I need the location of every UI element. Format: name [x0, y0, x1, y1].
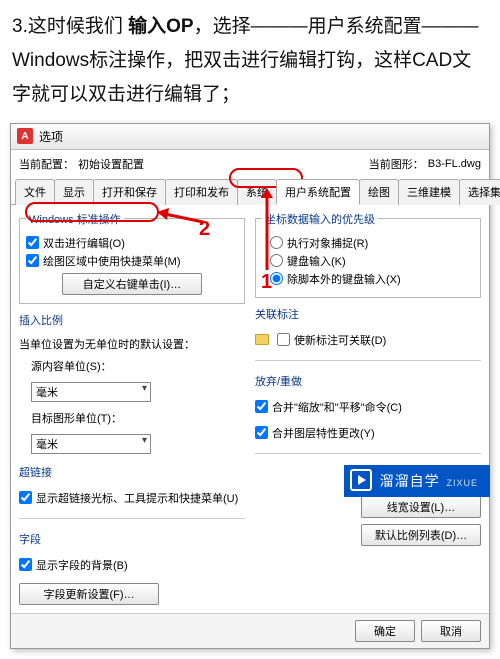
source-unit-select[interactable]: 毫米 — [31, 382, 151, 402]
chk-field-bg-box[interactable] — [19, 558, 32, 571]
annotation-2: 2 — [199, 218, 210, 241]
chk-hyperlink-label: 显示超链接光标、工具提示和快捷菜单(U) — [36, 490, 238, 506]
tab-draw[interactable]: 绘图 — [359, 179, 399, 205]
tab-display[interactable]: 显示 — [54, 179, 94, 205]
chk-layer-box[interactable] — [255, 426, 268, 439]
cancel-button[interactable]: 取消 — [421, 620, 481, 642]
chk-context-menu-label: 绘图区域中使用快捷菜单(M) — [43, 253, 181, 269]
chk-layer[interactable]: 合并图层特性更改(Y) — [255, 425, 481, 441]
tab-open-save[interactable]: 打开和保存 — [93, 179, 166, 205]
chk-zoom-pan[interactable]: 合并"缩放"和"平移"命令(C) — [255, 399, 481, 415]
tab-files[interactable]: 文件 — [15, 179, 55, 205]
tab-system[interactable]: 系统 — [237, 179, 277, 205]
chk-zoom-pan-box[interactable] — [255, 400, 268, 413]
priority-title: 坐标数据输入的优先级 — [262, 211, 378, 227]
watermark-domain: ZIXUE — [446, 478, 478, 488]
chk-dblclick-edit-box[interactable] — [26, 236, 39, 249]
current-config-value: 初始设置配置 — [78, 156, 198, 172]
radio-keyboard[interactable]: 键盘输入(K) — [270, 253, 474, 269]
chk-hyperlink[interactable]: 显示超链接光标、工具提示和快捷菜单(U) — [19, 490, 245, 506]
hyperlink-title: 超链接 — [19, 464, 245, 480]
chk-assoc-box[interactable] — [277, 333, 290, 346]
field-title: 字段 — [19, 531, 245, 547]
current-drawing-label: 当前图形： — [369, 156, 424, 172]
annotation-1: 1 — [261, 271, 272, 294]
tab-3d[interactable]: 三维建模 — [398, 179, 460, 205]
btn-lineweight[interactable]: 线宽设置(L)… — [361, 496, 481, 518]
current-drawing-value: B3-FL.dwg — [428, 158, 481, 170]
radio-snap[interactable]: 执行对象捕捉(R) — [270, 235, 474, 251]
windows-ops-group: Windows 标准操作 双击进行编辑(O) 绘图区域中使用快捷菜单(M) 自定… — [19, 211, 245, 304]
priority-group: 坐标数据输入的优先级 执行对象捕捉(R) 键盘输入(K) 除脚本外的键盘输入(X… — [255, 211, 481, 298]
target-unit-select[interactable]: 毫米 — [31, 434, 151, 454]
chk-hyperlink-box[interactable] — [19, 491, 32, 504]
window-title: 选项 — [39, 128, 63, 145]
windows-ops-title: Windows 标准操作 — [26, 211, 124, 227]
assoc-title: 关联标注 — [255, 306, 481, 322]
play-icon — [350, 469, 372, 491]
titlebar: A 选项 — [11, 124, 489, 150]
insert-scale-desc: 当单位设置为无单位时的默认设置： — [19, 336, 245, 352]
chk-zoom-pan-label: 合并"缩放"和"平移"命令(C) — [272, 399, 402, 415]
chk-assoc[interactable]: 使新标注可关联(D) — [255, 332, 481, 348]
chk-field-bg[interactable]: 显示字段的背景(B) — [19, 557, 245, 573]
chk-layer-label: 合并图层特性更改(Y) — [272, 425, 375, 441]
tab-user-config[interactable]: 用户系统配置 — [276, 179, 360, 205]
btn-field-update[interactable]: 字段更新设置(F)… — [19, 583, 159, 605]
tabs: 文件 显示 打开和保存 打印和发布 系统 用户系统配置 绘图 三维建模 选择集 … — [11, 178, 489, 205]
dialog-footer: 确定 取消 — [11, 613, 489, 648]
options-dialog: A 选项 当前配置： 初始设置配置 当前图形： B3-FL.dwg 文件 显示 … — [10, 123, 490, 649]
btn-custom-right-click[interactable]: 自定义右键单击(I)… — [62, 273, 202, 295]
tab-print[interactable]: 打印和发布 — [165, 179, 238, 205]
app-icon: A — [17, 128, 33, 144]
chk-context-menu-box[interactable] — [26, 254, 39, 267]
source-unit-label: 源内容单位(S)： — [31, 358, 245, 374]
tab-select[interactable]: 选择集 — [459, 179, 500, 205]
ok-button[interactable]: 确定 — [355, 620, 415, 642]
chk-assoc-label: 使新标注可关联(D) — [294, 332, 386, 348]
chk-context-menu[interactable]: 绘图区域中使用快捷菜单(M) — [26, 253, 238, 269]
undo-title: 放弃/重做 — [255, 373, 481, 389]
watermark: 溜溜自学 ZIXUE — [344, 465, 490, 497]
tab-content: Windows 标准操作 双击进行编辑(O) 绘图区域中使用快捷菜单(M) 自定… — [11, 205, 489, 613]
insert-scale-title: 插入比例 — [19, 312, 245, 328]
config-row: 当前配置： 初始设置配置 当前图形： B3-FL.dwg — [11, 150, 489, 176]
current-config-label: 当前配置： — [19, 156, 74, 172]
chk-field-bg-label: 显示字段的背景(B) — [36, 557, 128, 573]
folder-icon — [255, 334, 269, 345]
target-unit-label: 目标图形单位(T)： — [31, 410, 245, 426]
chk-dblclick-edit-label: 双击进行编辑(O) — [43, 235, 125, 251]
watermark-text: 溜溜自学 — [380, 473, 440, 489]
instruction-text: 3.这时候我们 输入OP，选择———用户系统配置———Windows标注操作，把… — [0, 0, 500, 123]
radio-keyboard-except[interactable]: 除脚本外的键盘输入(X) — [270, 271, 474, 287]
